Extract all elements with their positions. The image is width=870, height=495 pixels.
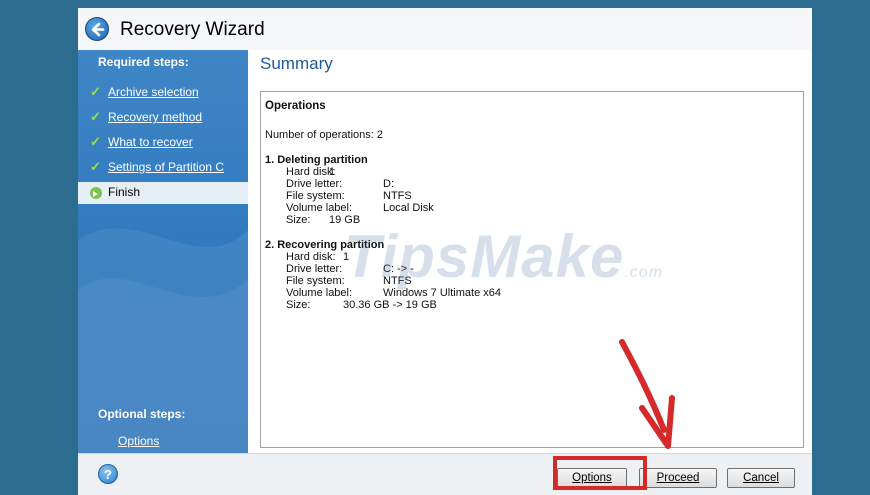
annotation-highlight-box: [553, 456, 647, 490]
annotation-arrow-icon: [619, 339, 675, 449]
